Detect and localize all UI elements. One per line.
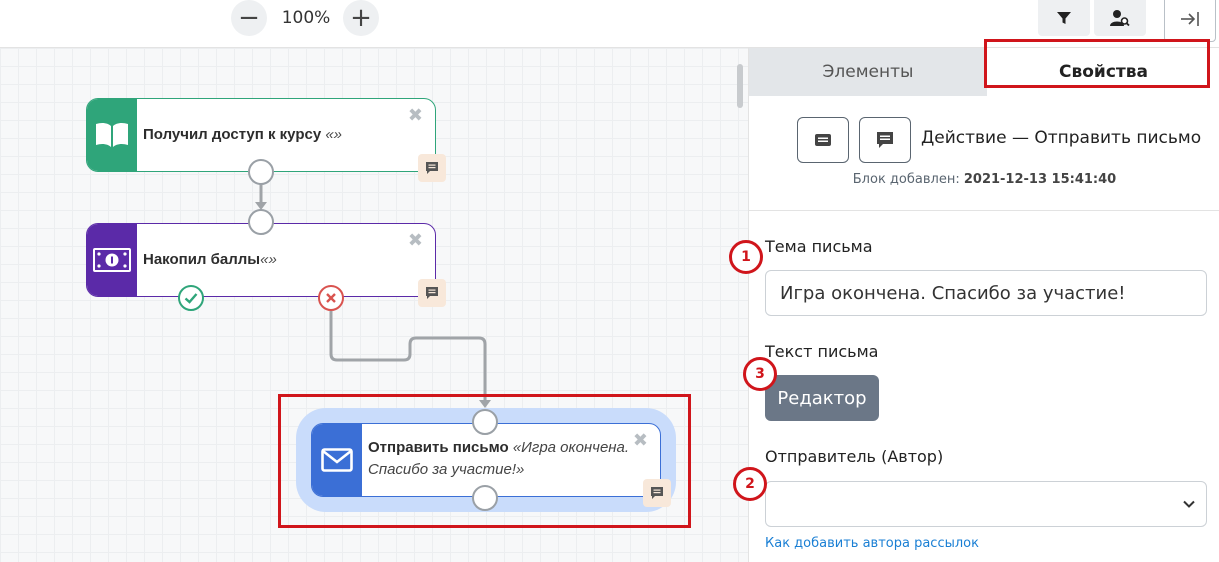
node-title-main: Получил доступ к курсу	[143, 126, 322, 143]
node-title: Накопил баллы«»	[143, 249, 277, 271]
editor-button[interactable]: Редактор	[765, 375, 879, 421]
subject-input[interactable]	[765, 270, 1207, 316]
failure-output-port[interactable]	[318, 285, 344, 311]
annotation-badge-1: 1	[729, 240, 763, 274]
properties-panel: Элементы Свойства Действие — Отправить п…	[748, 48, 1219, 562]
zoom-level: 100%	[281, 8, 331, 28]
node-close-icon[interactable]: ✖	[408, 232, 423, 250]
filter-icon	[1057, 12, 1071, 24]
add-author-help-link[interactable]: Как добавить автора рассылок	[765, 536, 979, 551]
highlight-frame-node	[278, 394, 691, 528]
author-select[interactable]	[765, 481, 1207, 527]
zoom-in-button[interactable]: +	[343, 0, 379, 36]
zoom-out-button[interactable]: −	[231, 0, 267, 36]
comment-icon	[426, 162, 438, 174]
node-icon-wrap	[87, 99, 137, 171]
comment-icon	[426, 287, 438, 299]
node-title: Получил доступ к курсу «»	[143, 124, 342, 146]
book-icon	[96, 122, 128, 147]
user-search-button[interactable]	[1094, 0, 1146, 36]
annotation-badge-2: 2	[733, 467, 767, 501]
note-icon	[815, 134, 831, 146]
node-title-detail: «»	[325, 126, 343, 143]
block-added-label: Блок добавлен:	[852, 172, 960, 187]
author-label: Отправитель (Автор)	[765, 447, 944, 466]
node-icon-wrap	[87, 224, 137, 296]
node-comment-button[interactable]	[418, 154, 446, 182]
comment-button[interactable]	[859, 117, 911, 163]
node-title-detail: «»	[260, 251, 277, 268]
note-button[interactable]	[797, 117, 849, 163]
collapse-panel-icon	[1181, 12, 1199, 26]
workflow-canvas[interactable]: Получил доступ к курсу «» ✖ Накопил балл…	[0, 48, 748, 562]
annotation-badge-3: 3	[743, 357, 777, 391]
collapse-panel-button[interactable]	[1164, 0, 1216, 42]
check-icon	[184, 293, 198, 304]
node-comment-button[interactable]	[418, 279, 446, 307]
panel-divider	[749, 210, 1219, 211]
block-added-info: Блок добавлен: 2021-12-13 15:41:40	[749, 172, 1219, 187]
chevron-down-icon	[1183, 500, 1195, 508]
workflow-editor: − 100% + Получил доступ к курсу «» ✖ Нак…	[0, 0, 1219, 562]
filter-button[interactable]	[1038, 0, 1090, 36]
node-course-access-output-port[interactable]	[248, 159, 274, 185]
success-output-port[interactable]	[178, 285, 204, 311]
cross-icon	[326, 293, 336, 303]
node-title-main: Накопил баллы	[143, 251, 261, 268]
user-search-icon	[1110, 10, 1130, 27]
subject-label: Тема письма	[765, 237, 873, 256]
connector-2-3	[329, 311, 487, 404]
comment-icon	[877, 132, 893, 148]
block-added-value: 2021-12-13 15:41:40	[963, 172, 1117, 187]
highlight-frame-properties-tab	[984, 39, 1210, 88]
tab-elements[interactable]: Элементы	[749, 48, 987, 96]
money-icon	[93, 248, 131, 272]
node-points-input-port[interactable]	[248, 209, 274, 235]
node-close-icon[interactable]: ✖	[408, 107, 423, 125]
action-title: Действие — Отправить письмо	[921, 128, 1202, 148]
body-label: Текст письма	[765, 342, 879, 361]
